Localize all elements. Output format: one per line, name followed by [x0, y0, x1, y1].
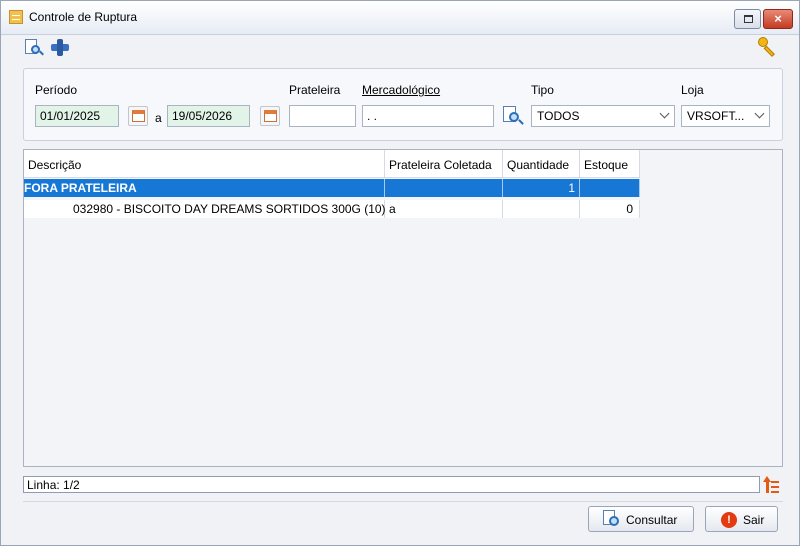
loja-label: Loja — [681, 83, 704, 97]
prateleira-field[interactable] — [289, 105, 356, 127]
cell-quantidade — [503, 200, 580, 218]
results-grid[interactable]: Descrição Prateleira Coletada Quantidade… — [23, 149, 783, 467]
app-icon — [9, 10, 23, 24]
calendar-icon — [132, 110, 145, 122]
tipo-select[interactable]: TODOS — [531, 105, 675, 127]
main-window: Controle de Ruptura × Período 01/01/2025… — [0, 0, 800, 546]
date-separator: a — [155, 111, 162, 125]
consultar-label: Consultar — [626, 513, 678, 527]
close-button[interactable]: × — [763, 9, 793, 29]
periodo-label: Período — [35, 83, 78, 97]
cell-quantidade: 1 — [503, 179, 580, 197]
cell-prateleira: a — [385, 200, 503, 218]
mercadologico-label[interactable]: Mercadológico — [362, 83, 440, 97]
calendar-icon — [264, 110, 277, 122]
date-to-calendar-button[interactable] — [260, 106, 280, 126]
column-header-prateleira-coletada[interactable]: Prateleira Coletada — [385, 150, 503, 178]
date-from-calendar-button[interactable] — [128, 106, 148, 126]
loja-select[interactable]: VRSOFT... — [681, 105, 770, 127]
cell-prateleira — [385, 179, 503, 197]
window-title: Controle de Ruptura — [29, 10, 138, 24]
key-icon[interactable] — [758, 37, 776, 57]
cell-estoque: 0 — [580, 200, 640, 218]
search-document-icon — [603, 510, 623, 530]
sort-export-icon[interactable] — [762, 476, 780, 494]
exit-icon: ! — [721, 512, 737, 528]
close-icon: × — [774, 11, 782, 26]
search-document-icon[interactable] — [25, 39, 44, 57]
status-bar: Linha: 1/2 — [23, 476, 760, 493]
sair-label: Sair — [743, 513, 765, 527]
restore-button[interactable] — [734, 9, 761, 29]
sair-button[interactable]: ! Sair — [705, 506, 778, 532]
title-bar[interactable]: Controle de Ruptura × — [1, 1, 799, 35]
row-counter: Linha: 1/2 — [27, 478, 80, 492]
cell-estoque — [580, 179, 640, 197]
prateleira-label: Prateleira — [289, 83, 341, 97]
cell-descricao: FORA PRATELEIRA — [24, 179, 385, 197]
cell-descricao: 032980 - BISCOITO DAY DREAMS SORTIDOS 30… — [24, 200, 386, 218]
chevron-down-icon — [659, 108, 670, 119]
column-header-descricao[interactable]: Descrição — [24, 150, 385, 178]
date-from-field[interactable]: 01/01/2025 — [35, 105, 119, 127]
mercadologico-search-button[interactable] — [502, 105, 524, 127]
chevron-down-icon — [754, 108, 765, 119]
tipo-label: Tipo — [531, 83, 554, 97]
column-header-estoque[interactable]: Estoque — [580, 150, 640, 178]
mercadologico-field[interactable]: . . — [362, 105, 494, 127]
date-to-field[interactable]: 19/05/2026 — [167, 105, 250, 127]
restore-icon — [744, 15, 753, 23]
tipo-value: TODOS — [537, 109, 580, 123]
column-header-quantidade[interactable]: Quantidade — [503, 150, 580, 178]
consultar-button[interactable]: Consultar — [588, 506, 694, 532]
filter-panel: Período 01/01/2025 a 19/05/2026 Pratelei… — [23, 68, 783, 141]
loja-value: VRSOFT... — [687, 109, 745, 123]
tools-icon[interactable] — [51, 39, 69, 57]
